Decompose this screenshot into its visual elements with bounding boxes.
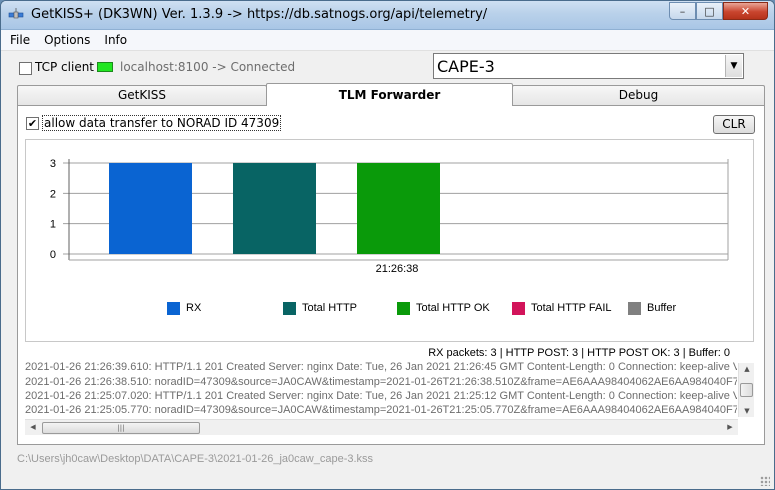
- status-file-path: C:\Users\jh0caw\Desktop\DATA\CAPE-3\2021…: [17, 453, 374, 465]
- packet-stats: RX packets: 3 | HTTP POST: 3 | HTTP POST…: [428, 347, 730, 359]
- legend-swatch: [397, 301, 410, 315]
- window-title: GetKISS+ (DK3WN) Ver. 1.3.9 -> https://d…: [31, 7, 488, 22]
- y-tick-label: 2: [50, 188, 56, 200]
- menu-file[interactable]: File: [10, 33, 30, 47]
- minimize-button[interactable]: –: [669, 2, 696, 20]
- menu-bar: File Options Info: [1, 30, 774, 51]
- log-line: 2021-01-26 21:25:07.020: HTTP/1.1 201 Cr…: [25, 390, 737, 402]
- menu-info[interactable]: Info: [104, 33, 127, 47]
- allow-transfer-checkbox[interactable]: ✔: [26, 117, 39, 130]
- y-tick-label: 1: [50, 219, 56, 231]
- legend-item: Buffer: [628, 300, 676, 316]
- bar-total-http: [233, 163, 316, 254]
- resize-grip-icon[interactable]: [760, 476, 770, 486]
- satellite-select-value: CAPE-3: [437, 57, 495, 76]
- x-tick-label: 21:26:38: [376, 263, 419, 275]
- scroll-thumb[interactable]: [740, 383, 753, 397]
- telemetry-bar-chart: 0 1 2 3 21:26:38: [50, 158, 729, 275]
- satellite-icon: [8, 8, 24, 19]
- title-bar: GetKISS+ (DK3WN) Ver. 1.3.9 -> https://d…: [1, 1, 774, 30]
- legend-label: RX: [186, 302, 202, 314]
- tab-debug[interactable]: Debug: [512, 85, 765, 105]
- connection-status-led: [97, 62, 113, 72]
- scroll-down-icon[interactable]: ▼: [739, 407, 755, 415]
- scroll-left-icon[interactable]: ◀: [25, 423, 41, 431]
- scroll-right-icon[interactable]: ▶: [722, 423, 738, 431]
- bar-rx: [109, 163, 192, 254]
- log-vertical-scrollbar[interactable]: ▲ ▼: [738, 363, 754, 417]
- legend-label: Total HTTP: [302, 302, 358, 314]
- app-window: GetKISS+ (DK3WN) Ver. 1.3.9 -> https://d…: [0, 0, 775, 490]
- bar-total-http-ok: [357, 163, 440, 254]
- maximize-button[interactable]: □: [696, 2, 723, 20]
- legend-swatch: [628, 301, 641, 315]
- allow-transfer-label: allow data transfer to NORAD ID 47309: [42, 115, 282, 131]
- chevron-down-icon[interactable]: ▼: [725, 55, 742, 77]
- tab-tlm-forwarder[interactable]: TLM Forwarder: [266, 83, 513, 106]
- log-line: 2021-01-26 21:26:39.610: HTTP/1.1 201 Cr…: [25, 361, 737, 373]
- tcp-client-label: TCP client: [35, 60, 95, 74]
- log-horizontal-scrollbar[interactable]: ◀ ||| ▶: [25, 419, 738, 435]
- legend-item: RX: [167, 300, 201, 316]
- connection-status: localhost:8100 -> Connected: [120, 60, 296, 74]
- legend-label: Total HTTP FAIL: [531, 302, 612, 314]
- scroll-up-icon[interactable]: ▲: [739, 365, 755, 373]
- y-tick-label: 0: [50, 249, 56, 261]
- tcp-client-checkbox[interactable]: [19, 62, 32, 75]
- legend-swatch: [167, 301, 180, 315]
- legend-label: Buffer: [647, 302, 677, 314]
- legend-item: Total HTTP: [283, 300, 357, 316]
- menu-options[interactable]: Options: [44, 33, 90, 47]
- legend-item: Total HTTP FAIL: [512, 300, 612, 316]
- y-tick-label: 3: [50, 158, 56, 170]
- log-line: 2021-01-26 21:26:38.510: noradID=47309&s…: [25, 376, 737, 388]
- scroll-thumb[interactable]: |||: [42, 422, 200, 434]
- log-line: 2021-01-26 21:25:05.770: noradID=47309&s…: [25, 404, 737, 416]
- legend-label: Total HTTP OK: [416, 302, 490, 314]
- legend-swatch: [283, 301, 296, 315]
- legend-swatch: [512, 301, 525, 315]
- tab-getkiss[interactable]: GetKISS: [17, 85, 267, 105]
- caption-buttons: – □ ✕: [669, 2, 768, 21]
- close-button[interactable]: ✕: [723, 2, 768, 20]
- legend-item: Total HTTP OK: [397, 300, 490, 316]
- clear-button[interactable]: CLR: [713, 115, 755, 134]
- satellite-select[interactable]: CAPE-3 ▼: [433, 53, 744, 79]
